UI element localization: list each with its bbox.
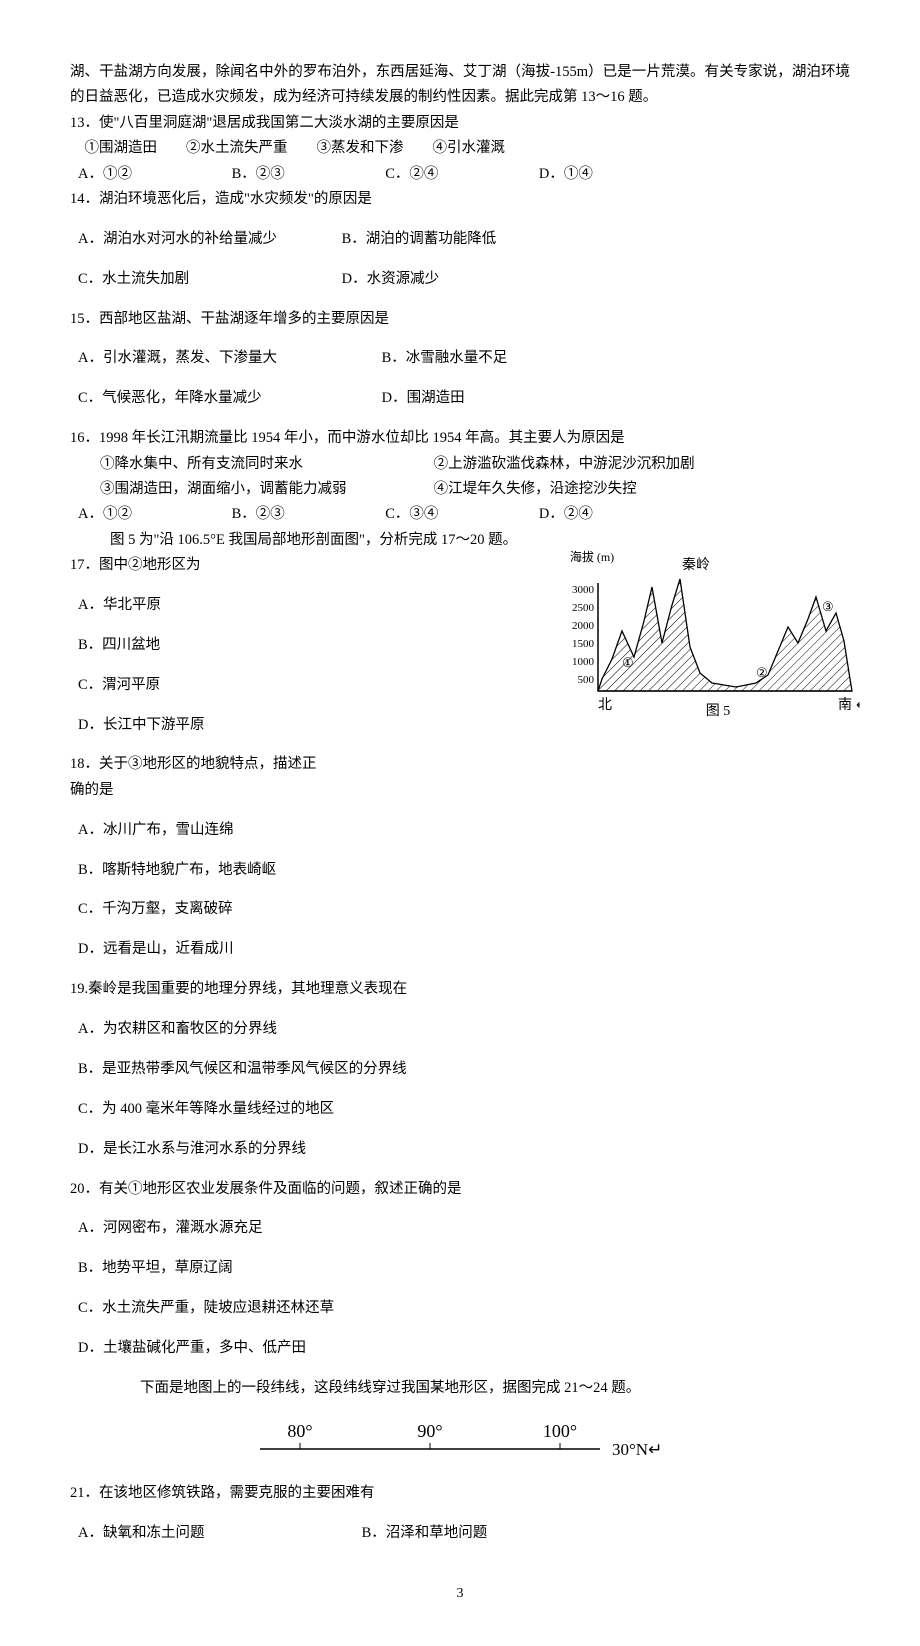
ytick-2500: 2500 <box>572 602 595 614</box>
q14-option-b[interactable]: B．湖泊的调蓄功能降低 <box>342 231 497 247</box>
q13-stem: 13．使"八百里洞庭湖"退居成我国第二大淡水湖的主要原因是 <box>70 111 850 136</box>
page-number: 3 <box>70 1582 850 1607</box>
q17-option-c[interactable]: C．渭河平原 <box>70 673 430 698</box>
q21-stem: 21．在该地区修筑铁路，需要克服的主要困难有 <box>70 1481 850 1506</box>
q17-option-d[interactable]: D．长江中下游平原 <box>70 713 430 738</box>
ytick-3000: 3000 <box>572 584 595 596</box>
q16-option-b[interactable]: B．②③ <box>232 502 382 527</box>
q21-option-a[interactable]: A．缺氧和冻土问题 <box>78 1521 358 1546</box>
q17-option-b[interactable]: B．四川盆地 <box>70 633 430 658</box>
fig5-block: 海拔 (m) 3000 2500 2000 1500 1000 500 ① 秦岭… <box>70 553 850 803</box>
q21-row: A．缺氧和冻土问题 B．沼泽和草地问题 <box>70 1521 850 1546</box>
ytick-1000: 1000 <box>572 656 595 668</box>
q19-stem: 19.秦岭是我国重要的地理分界线，其地理意义表现在 <box>70 977 850 1002</box>
q20-stem: 20．有关①地形区农业发展条件及面临的问题，叙述正确的是 <box>70 1177 850 1202</box>
q15-option-b[interactable]: B．冰雪融水量不足 <box>382 350 508 366</box>
q20-option-d[interactable]: D．土壤盐碱化严重，多中、低产田 <box>70 1336 850 1361</box>
terrain-profile-icon: 海拔 (m) 3000 2500 2000 1500 1000 500 ① 秦岭… <box>550 543 860 718</box>
ytick-500: 500 <box>578 674 595 686</box>
q13-option-d[interactable]: D．①④ <box>539 162 689 187</box>
q17-option-a[interactable]: A．华北平原 <box>70 593 430 618</box>
q14-option-a[interactable]: A．湖泊水对河水的补给量减少 <box>78 227 338 252</box>
fig5-caption: 图 5 <box>706 704 731 718</box>
q16-item3: ③围湖造田，湖面缩小，调蓄能力减弱 <box>70 477 430 502</box>
q13-option-b[interactable]: B．②③ <box>232 162 382 187</box>
q20-option-a[interactable]: A．河网密布，灌溉水源充足 <box>70 1216 850 1241</box>
q13-option-a[interactable]: A．①② <box>78 162 228 187</box>
anno-1: ① <box>622 655 634 670</box>
q16-item1: ①降水集中、所有支流同时来水 <box>70 452 430 477</box>
ytick-1500: 1500 <box>572 638 595 650</box>
q16-option-a[interactable]: A．①② <box>78 502 228 527</box>
q19-option-c[interactable]: C．为 400 毫米年等降水量线经过的地区 <box>70 1097 850 1122</box>
anno-2: ② <box>756 665 768 680</box>
q19-option-d[interactable]: D．是长江水系与淮河水系的分界线 <box>70 1137 850 1162</box>
q18-option-b[interactable]: B．喀斯特地貌广布，地表崎岖 <box>70 858 850 883</box>
return-icon: ↵ <box>856 697 860 712</box>
q19-option-a[interactable]: A．为农耕区和畜牧区的分界线 <box>70 1017 850 1042</box>
q14-row2: C．水土流失加剧 D．水资源减少 <box>70 267 850 292</box>
anno-qinling: 秦岭 <box>682 557 710 573</box>
q14-stem: 14．湖泊环境恶化后，造成"水灾频发"的原因是 <box>70 187 850 212</box>
latitude-line-figure: 80° 90° 100° 30°N↵ <box>70 1419 850 1476</box>
q13-options: A．①② B．②③ C．②④ D．①④ <box>70 162 850 187</box>
q16-option-d[interactable]: D．②④ <box>539 502 689 527</box>
q16-options: A．①② B．②③ C．③④ D．②④ <box>70 502 850 527</box>
q19-option-b[interactable]: B．是亚热带季风气候区和温带季风气候区的分界线 <box>70 1057 850 1082</box>
anno-3: ③ <box>822 599 834 614</box>
q18-option-c[interactable]: C．千沟万壑，支离破碎 <box>70 897 850 922</box>
lon-80: 80° <box>287 1421 312 1441</box>
terrain-path <box>598 579 852 691</box>
xlabel-south: 南 <box>838 697 852 713</box>
q20-option-c[interactable]: C．水土流失严重，陡坡应退耕还林还草 <box>70 1296 850 1321</box>
lon-100: 100° <box>543 1421 577 1441</box>
q15-row1: A．引水灌溉，蒸发、下渗量大 B．冰雪融水量不足 <box>70 346 850 371</box>
q13-option-c[interactable]: C．②④ <box>385 162 535 187</box>
q14-option-d[interactable]: D．水资源减少 <box>342 271 439 287</box>
ylabel-1: 海拔 (m) <box>570 549 614 564</box>
xlabel-north: 北 <box>598 697 612 713</box>
q15-option-c[interactable]: C．气候恶化，年降水量减少 <box>78 386 378 411</box>
q14-row1: A．湖泊水对河水的补给量减少 B．湖泊的调蓄功能降低 <box>70 227 850 252</box>
q15-stem: 15．西部地区盐湖、干盐湖逐年增多的主要原因是 <box>70 307 850 332</box>
q16-row1: ①降水集中、所有支流同时来水 ②上游滥砍滥伐森林，中游泥沙沉积加剧 <box>70 452 850 477</box>
q21-option-b[interactable]: B．沼泽和草地问题 <box>362 1525 488 1541</box>
fig5-figure: 海拔 (m) 3000 2500 2000 1500 1000 500 ① 秦岭… <box>550 543 860 718</box>
q15-option-a[interactable]: A．引水灌溉，蒸发、下渗量大 <box>78 346 378 371</box>
q16-row2: ③围湖造田，湖面缩小，调蓄能力减弱 ④江堤年久失修，沿途挖沙失控 <box>70 477 850 502</box>
q15-row2: C．气候恶化，年降水量减少 D．围湖造田 <box>70 386 850 411</box>
q13-items: ①围湖造田 ②水土流失严重 ③蒸发和下渗 ④引水灌溉 <box>70 136 850 161</box>
lat-30n: 30°N↵ <box>612 1440 662 1459</box>
q20-option-b[interactable]: B．地势平坦，草原辽阔 <box>70 1256 850 1281</box>
q15-option-d[interactable]: D．围湖造田 <box>382 390 465 406</box>
q18-stem: 18．关于③地形区的地貌特点，描述正 <box>70 752 430 777</box>
q18-option-a[interactable]: A．冰川广布，雪山连绵 <box>70 818 850 843</box>
intro-paragraph: 湖、干盐湖方向发展，除闻名中外的罗布泊外，东西居延海、艾丁湖（海拔-155m）已… <box>70 60 850 111</box>
latitude-line-icon: 80° 90° 100° 30°N↵ <box>240 1419 680 1467</box>
q18-option-d[interactable]: D．远看是山，近看成川 <box>70 937 850 962</box>
q16-stem: 16．1998 年长江汛期流量比 1954 年小，而中游水位却比 1954 年高… <box>70 426 850 451</box>
lon-90: 90° <box>417 1421 442 1441</box>
latline-intro: 下面是地图上的一段纬线，这段纬线穿过我国某地形区，据图完成 21～24 题。 <box>70 1376 850 1401</box>
ytick-2000: 2000 <box>572 620 595 632</box>
q18-stem2: 确的是 <box>70 778 850 803</box>
q16-option-c[interactable]: C．③④ <box>385 502 535 527</box>
q14-option-c[interactable]: C．水土流失加剧 <box>78 267 338 292</box>
q16-item2: ②上游滥砍滥伐森林，中游泥沙沉积加剧 <box>434 456 695 472</box>
q16-item4: ④江堤年久失修，沿途挖沙失控 <box>434 481 637 497</box>
